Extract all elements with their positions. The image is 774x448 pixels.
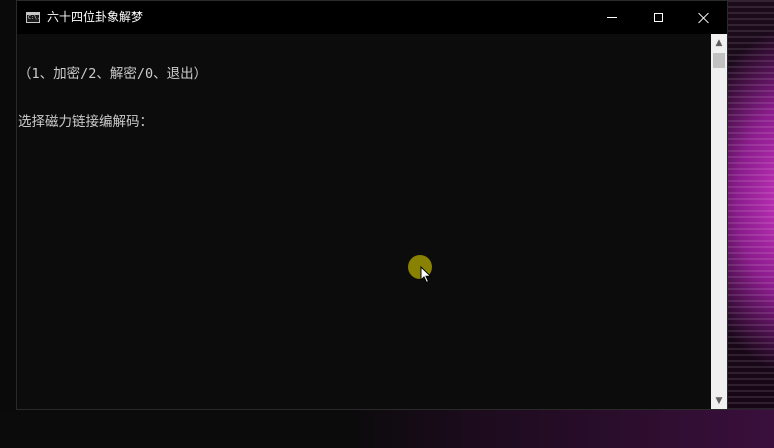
minimize-button[interactable] bbox=[589, 1, 635, 34]
close-button[interactable] bbox=[681, 1, 727, 34]
desktop-left-edge bbox=[0, 0, 16, 448]
console-line-menu: （1、加密/2、解密/0、退出） bbox=[18, 66, 208, 82]
scroll-down-icon[interactable]: ▼ bbox=[711, 392, 727, 409]
console-icon: C:\. bbox=[26, 12, 40, 23]
minimize-icon bbox=[607, 17, 617, 18]
title-bar[interactable]: C:\. 六十四位卦象解梦 bbox=[17, 1, 727, 34]
scroll-up-icon[interactable]: ▲ bbox=[711, 34, 727, 51]
window-title: 六十四位卦象解梦 bbox=[47, 10, 144, 24]
scroll-thumb[interactable] bbox=[713, 53, 725, 68]
console-line-prompt: 选择磁力链接编解码： bbox=[18, 114, 153, 130]
mouse-cursor-icon bbox=[420, 266, 432, 284]
console-window[interactable]: C:\. 六十四位卦象解梦 （1、加密/2、解密/0、退出） 选择磁力链接编解码… bbox=[16, 0, 728, 410]
console-icon-text: C:\. bbox=[28, 15, 41, 21]
maximize-button[interactable] bbox=[635, 1, 681, 34]
caption-buttons bbox=[589, 1, 727, 34]
desktop-wallpaper-strip bbox=[728, 0, 774, 448]
console-output[interactable]: （1、加密/2、解密/0、退出） 选择磁力链接编解码： bbox=[17, 34, 711, 409]
vertical-scrollbar[interactable]: ▲ ▼ bbox=[711, 34, 727, 409]
maximize-icon bbox=[653, 13, 663, 22]
close-icon bbox=[698, 12, 710, 24]
desktop-bottom-edge bbox=[0, 410, 774, 448]
